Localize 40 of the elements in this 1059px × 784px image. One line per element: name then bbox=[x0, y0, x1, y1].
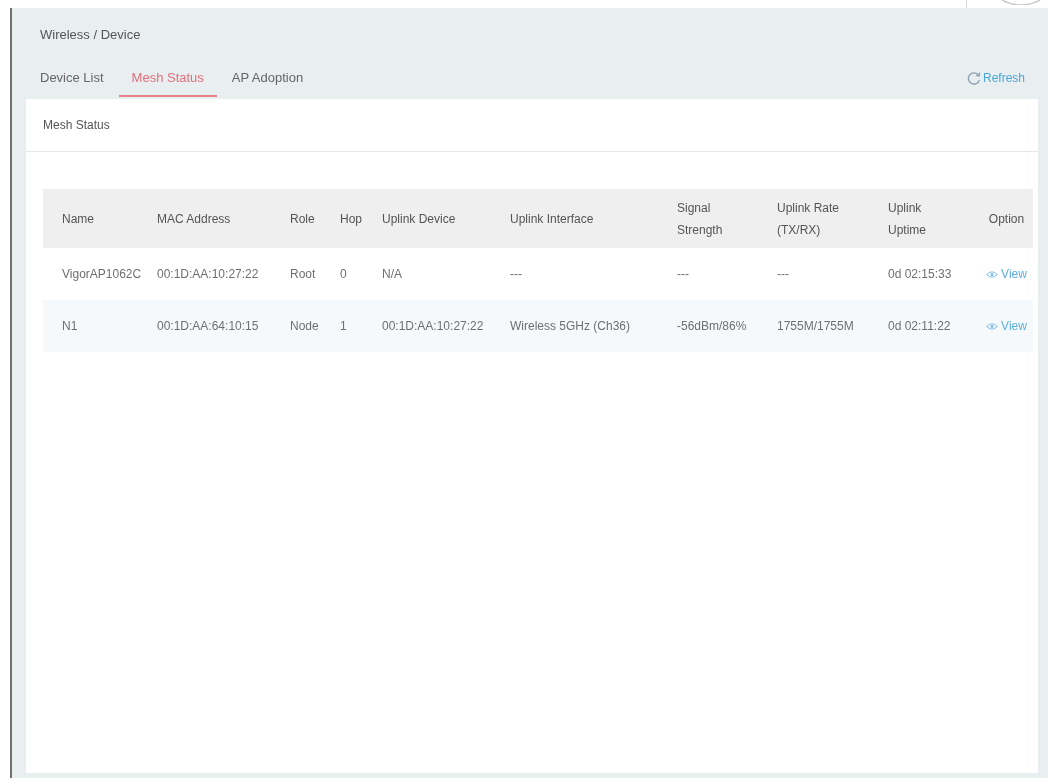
table-cell: 0 bbox=[340, 248, 382, 300]
view-link[interactable]: View bbox=[986, 267, 1027, 282]
table-cell: --- bbox=[777, 248, 888, 300]
column-header: Uplink Rate (TX/RX) bbox=[777, 199, 841, 239]
column-header: MAC Address bbox=[157, 210, 231, 228]
column-header: Name bbox=[62, 210, 94, 228]
column-header: Uplink Device bbox=[382, 210, 456, 228]
table-cell: Node bbox=[290, 300, 340, 352]
table-cell: 1755M/1755M bbox=[777, 300, 888, 352]
refresh-icon bbox=[966, 71, 981, 85]
arc-icon bbox=[1001, 0, 1041, 5]
column-header: Role bbox=[290, 210, 315, 228]
table-cell: 00:1D:AA:10:27:22 bbox=[157, 248, 290, 300]
refresh-button[interactable]: Refresh bbox=[966, 70, 1025, 86]
table-cell: VigorAP1062C bbox=[43, 248, 157, 300]
tab[interactable]: Device List bbox=[27, 70, 117, 97]
table-cell: 0d 02:11:22 bbox=[888, 300, 980, 352]
column-header: Uplink Interface bbox=[510, 210, 594, 228]
eye-icon bbox=[986, 270, 999, 278]
column-header: Signal Strength bbox=[677, 199, 724, 239]
table-cell: 1 bbox=[340, 300, 382, 352]
tab[interactable]: Mesh Status bbox=[118, 70, 217, 97]
column-header: Option bbox=[988, 210, 1025, 228]
view-link[interactable]: View bbox=[986, 319, 1027, 334]
table-cell: N1 bbox=[43, 300, 157, 352]
panel-title: Mesh Status bbox=[43, 118, 110, 132]
table-cell: Root bbox=[290, 248, 340, 300]
breadcrumb: Wireless / Device bbox=[39, 27, 141, 43]
table-cell: --- bbox=[677, 248, 777, 300]
table-cell: --- bbox=[510, 248, 677, 300]
table-cell: N/A bbox=[382, 248, 510, 300]
tab[interactable]: AP Adoption bbox=[218, 70, 317, 97]
column-header: Uplink Uptime bbox=[888, 199, 927, 239]
column-header: Hop bbox=[340, 210, 362, 228]
eye-icon bbox=[986, 322, 999, 330]
table-cell: 0d 02:15:33 bbox=[888, 248, 980, 300]
table-cell: Wireless 5GHz (Ch36) bbox=[510, 300, 677, 352]
table-cell: -56dBm/86% bbox=[677, 300, 777, 352]
table-cell: 00:1D:AA:64:10:15 bbox=[157, 300, 290, 352]
table-cell: 00:1D:AA:10:27:22 bbox=[382, 300, 510, 352]
